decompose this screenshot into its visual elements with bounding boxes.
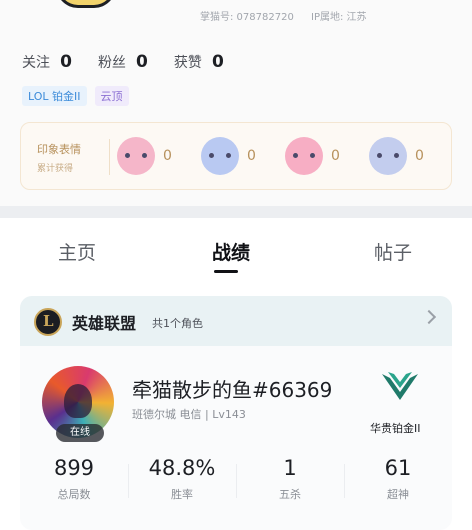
server-info: 班德尔城 电信 | Lv143 xyxy=(132,408,246,421)
stat-win-rate: 48.8% 胜率 xyxy=(128,456,236,502)
blue-hair-tired-emote-icon xyxy=(369,137,407,175)
stat-penta-kills: 1 五杀 xyxy=(236,456,344,502)
ip-location: IP属地: 江苏 xyxy=(311,12,367,23)
pink-hair-girl-emote-icon xyxy=(117,137,155,175)
chevron-right-icon[interactable] xyxy=(421,309,437,325)
stat-value: 0 xyxy=(60,52,72,72)
player-name[interactable]: 牵猫散步的鱼#66369 xyxy=(132,374,332,403)
game-name: 英雄联盟 xyxy=(72,314,137,333)
stat-value: 0 xyxy=(211,52,224,72)
stat-label: 粉丝 xyxy=(97,55,126,71)
tab-records[interactable]: 战绩 xyxy=(212,238,250,265)
tab-home[interactable]: 主页 xyxy=(58,238,96,265)
stat-value: 899 xyxy=(53,456,95,480)
tab-posts[interactable]: 帖子 xyxy=(374,238,412,265)
lol-logo-icon xyxy=(34,308,62,336)
stat-followers[interactable]: 粉丝 0 xyxy=(98,52,148,72)
profile-card: 掌猫号: 078782720 IP属地: 江苏 关注 0 粉丝 0 获赞 0 L… xyxy=(0,0,472,206)
user-avatar[interactable] xyxy=(56,0,116,8)
profile-tabs: 主页 战绩 帖子 xyxy=(0,218,472,280)
stat-total-games: 899 总局数 xyxy=(20,456,128,502)
stat-label: 关注 xyxy=(22,55,50,71)
stat-label: 超神 xyxy=(387,488,409,501)
stat-likes[interactable]: 获赞 0 xyxy=(174,52,224,72)
emote-count: 0 xyxy=(247,148,256,164)
stat-label: 胜率 xyxy=(171,488,193,501)
online-status-badge: 在线 xyxy=(56,424,104,442)
impression-subtitle: 累计获得 xyxy=(37,164,74,174)
record-stats: 899 总局数 48.8% 胜率 1 五杀 61 超神 xyxy=(20,456,452,516)
emote-item[interactable]: 0 xyxy=(201,137,256,175)
impression-emotes-panel[interactable]: 印象表情 累计获得 0 0 0 0 xyxy=(20,122,452,190)
stat-value: 61 xyxy=(384,456,412,480)
impression-title: 印象表情 xyxy=(37,143,81,156)
lol-record-card: 英雄联盟 共1个角色 在线 牵猫散步的鱼#66369 班德尔城 电信 | Lv1… xyxy=(20,296,452,530)
emote-count: 0 xyxy=(415,148,424,164)
section-gap xyxy=(0,206,472,218)
role-count: 共1个角色 xyxy=(152,317,203,330)
emote-item[interactable]: 0 xyxy=(369,137,424,175)
account-id: 掌猫号: 078782720 xyxy=(200,12,294,23)
pink-hair-smile-emote-icon xyxy=(285,137,323,175)
tag-lol-rank[interactable]: LOL 铂金II xyxy=(22,86,87,106)
game-header[interactable]: 英雄联盟 共1个角色 xyxy=(20,296,452,346)
rank-label: 华贵铂金II xyxy=(370,422,421,435)
stat-legendary: 61 超神 xyxy=(344,456,452,502)
stat-value: 1 xyxy=(283,456,297,480)
follow-stats: 关注 0 粉丝 0 获赞 0 xyxy=(22,52,224,72)
game-tags: LOL 铂金II 云顶 xyxy=(22,86,129,106)
emote-count: 0 xyxy=(163,148,172,164)
tag-tft[interactable]: 云顶 xyxy=(94,86,129,106)
stat-label: 五杀 xyxy=(279,488,301,501)
divider xyxy=(109,139,110,175)
stat-value: 48.8% xyxy=(148,456,216,480)
blue-hair-salute-emote-icon xyxy=(201,137,239,175)
active-tab-indicator xyxy=(214,270,238,273)
stat-label: 总局数 xyxy=(57,488,91,501)
profile-id-line: 掌猫号: 078782720 IP属地: 江苏 xyxy=(200,8,381,23)
stat-following[interactable]: 关注 0 xyxy=(22,52,72,72)
stat-value: 0 xyxy=(136,52,148,72)
emote-item[interactable]: 0 xyxy=(285,137,340,175)
emote-item[interactable]: 0 xyxy=(117,137,172,175)
stat-label: 获赞 xyxy=(173,55,202,71)
emote-count: 0 xyxy=(331,148,340,164)
platinum-rank-icon xyxy=(382,372,418,400)
